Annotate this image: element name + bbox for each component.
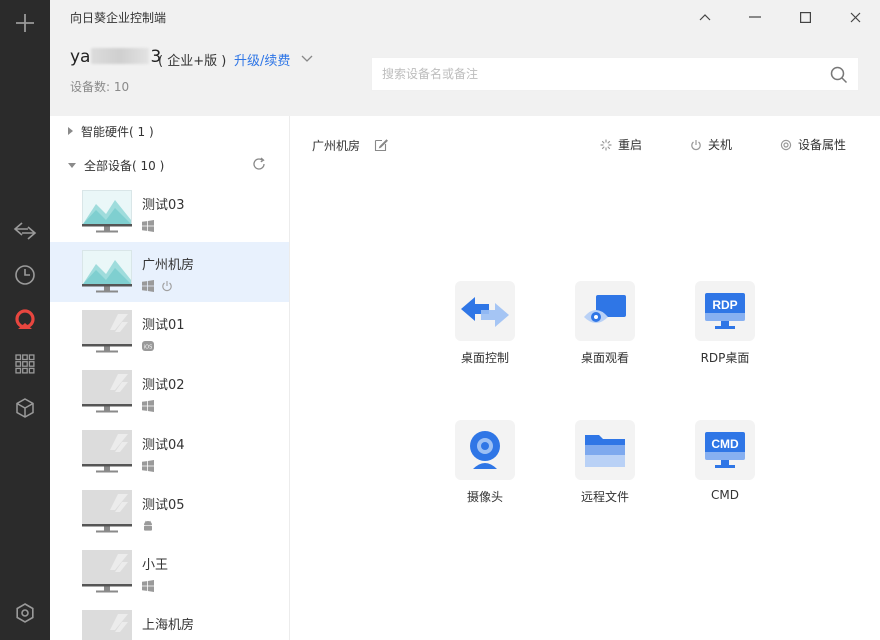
cmd-button[interactable]: CMD CMD	[675, 420, 775, 520]
sunlogin-logo-icon[interactable]	[0, 303, 50, 337]
collapse-window-button[interactable]	[680, 2, 730, 32]
device-row[interactable]: 测试01 iOS	[50, 302, 289, 362]
device-list: 智能硬件( 1 ) 全部设备( 10 ) 测试03 广州机房测试01 iOS 测试02…	[50, 116, 290, 640]
device-name: 测试05	[142, 498, 185, 513]
device-offline-thumbnail	[82, 370, 132, 414]
power-icon[interactable]	[161, 277, 173, 292]
close-window-button[interactable]	[830, 2, 880, 32]
device-offline-thumbnail	[82, 310, 132, 354]
gear-icon	[780, 139, 792, 150]
group-smart-hardware[interactable]: 智能硬件( 1 )	[50, 116, 289, 146]
remote-file-icon	[575, 420, 635, 480]
device-row[interactable]: 测试05	[50, 482, 289, 542]
device-name: 小王	[142, 558, 169, 573]
camera-button[interactable]: 摄像头	[435, 420, 535, 520]
ios-icon: iOS	[142, 337, 154, 351]
desktop-view-button[interactable]: 桌面观看	[555, 281, 655, 381]
device-offline-thumbnail	[82, 430, 132, 474]
window-title: 向日葵企业控制端	[70, 11, 167, 25]
device-row[interactable]: 广州机房	[50, 242, 289, 302]
desktop-control-button[interactable]: 桌面控制	[435, 281, 535, 381]
cube-icon[interactable]	[0, 391, 50, 425]
device-count: 设备数: 10	[70, 80, 130, 94]
device-detail-panel: 广州机房 重启 关机 设备属性 桌面控制 桌面观看 RDP RDP桌面 摄像头 …	[291, 116, 880, 640]
device-offline-thumbnail	[82, 550, 132, 594]
device-name: 广州机房	[142, 258, 195, 273]
minimize-window-button[interactable]	[730, 2, 780, 32]
device-properties-label: 设备属性	[798, 138, 847, 152]
restart-label: 重启	[618, 138, 643, 152]
power-icon	[691, 139, 701, 150]
account-edition: ( 企业+版 )	[158, 54, 227, 69]
device-offline-thumbnail	[82, 490, 132, 534]
device-name: 测试03	[142, 198, 185, 213]
device-online-thumbnail	[82, 190, 132, 234]
rdp-desktop-button[interactable]: RDP RDP桌面	[675, 281, 775, 381]
desktop-view-icon	[575, 281, 635, 341]
account-name-prefix: ya	[70, 47, 91, 67]
apps-grid-icon[interactable]	[0, 347, 50, 381]
feature-label: CMD	[711, 488, 739, 502]
feature-label: 远程文件	[580, 490, 629, 504]
chevron-down-icon[interactable]	[300, 50, 314, 64]
search-icon[interactable]	[830, 66, 848, 88]
restart-button[interactable]: 重启	[600, 136, 642, 153]
maximize-window-button[interactable]	[780, 2, 830, 32]
refresh-icon[interactable]	[252, 157, 266, 174]
windows-icon	[142, 577, 154, 592]
camera-icon	[455, 420, 515, 480]
device-row[interactable]: 上海机房	[50, 602, 289, 640]
device-name: 测试04	[142, 438, 185, 453]
remote-control-icon[interactable]	[0, 214, 50, 248]
add-icon[interactable]	[0, 6, 50, 40]
upgrade-link[interactable]: 升级/续费	[234, 50, 290, 69]
shutdown-label: 关机	[708, 138, 733, 152]
device-name: 测试01	[142, 318, 185, 333]
windows-icon	[142, 217, 154, 232]
edit-icon[interactable]	[374, 137, 388, 156]
android-icon	[142, 517, 154, 531]
device-properties-button[interactable]: 设备属性	[780, 136, 846, 153]
cmd-badge: CMD	[711, 437, 739, 451]
cmd-icon: CMD	[695, 420, 755, 480]
selected-device-name: 广州机房	[312, 139, 361, 153]
group-label: 全部设备( 10 )	[84, 158, 165, 173]
device-name: 上海机房	[142, 618, 195, 633]
group-label: 智能硬件( 1 )	[81, 124, 154, 139]
feature-label: 桌面观看	[580, 351, 629, 365]
search-box	[371, 57, 859, 91]
device-row[interactable]: 测试03	[50, 182, 289, 242]
restart-icon	[600, 138, 612, 151]
desktop-control-icon	[455, 281, 515, 341]
header: 向日葵企业控制端 ya 3 ( 企业+版 ) 升级/续费 设备数: 10	[50, 0, 880, 116]
rdp-badge: RDP	[712, 298, 737, 312]
account-name-redacted	[91, 48, 150, 64]
device-row[interactable]: 测试02	[50, 362, 289, 422]
group-all-devices[interactable]: 全部设备( 10 )	[50, 150, 289, 180]
windows-icon	[142, 397, 154, 412]
svg-text:iOS: iOS	[144, 344, 153, 350]
device-row[interactable]: 测试04	[50, 422, 289, 482]
account-name: ya 3	[70, 47, 161, 67]
windows-icon	[142, 277, 154, 292]
rdp-desktop-icon: RDP	[695, 281, 755, 341]
shutdown-button[interactable]: 关机	[690, 136, 732, 153]
search-input[interactable]	[372, 58, 812, 90]
device-offline-thumbnail	[82, 610, 132, 640]
left-rail	[0, 0, 50, 640]
settings-icon[interactable]	[0, 596, 50, 630]
collapse-arrow-icon	[68, 162, 76, 168]
device-online-thumbnail	[82, 250, 132, 294]
feature-label: RDP桌面	[700, 351, 750, 365]
remote-file-button[interactable]: 远程文件	[555, 420, 655, 520]
device-name: 测试02	[142, 378, 185, 393]
device-row[interactable]: 小王	[50, 542, 289, 602]
windows-icon	[142, 457, 154, 472]
feature-label: 摄像头	[466, 490, 503, 504]
history-icon[interactable]	[0, 258, 50, 292]
feature-label: 桌面控制	[460, 351, 509, 365]
app-window: 向日葵企业控制端 ya 3 ( 企业+版 ) 升级/续费 设备数: 10 搜索设…	[0, 0, 880, 640]
expand-arrow-icon	[68, 127, 73, 135]
